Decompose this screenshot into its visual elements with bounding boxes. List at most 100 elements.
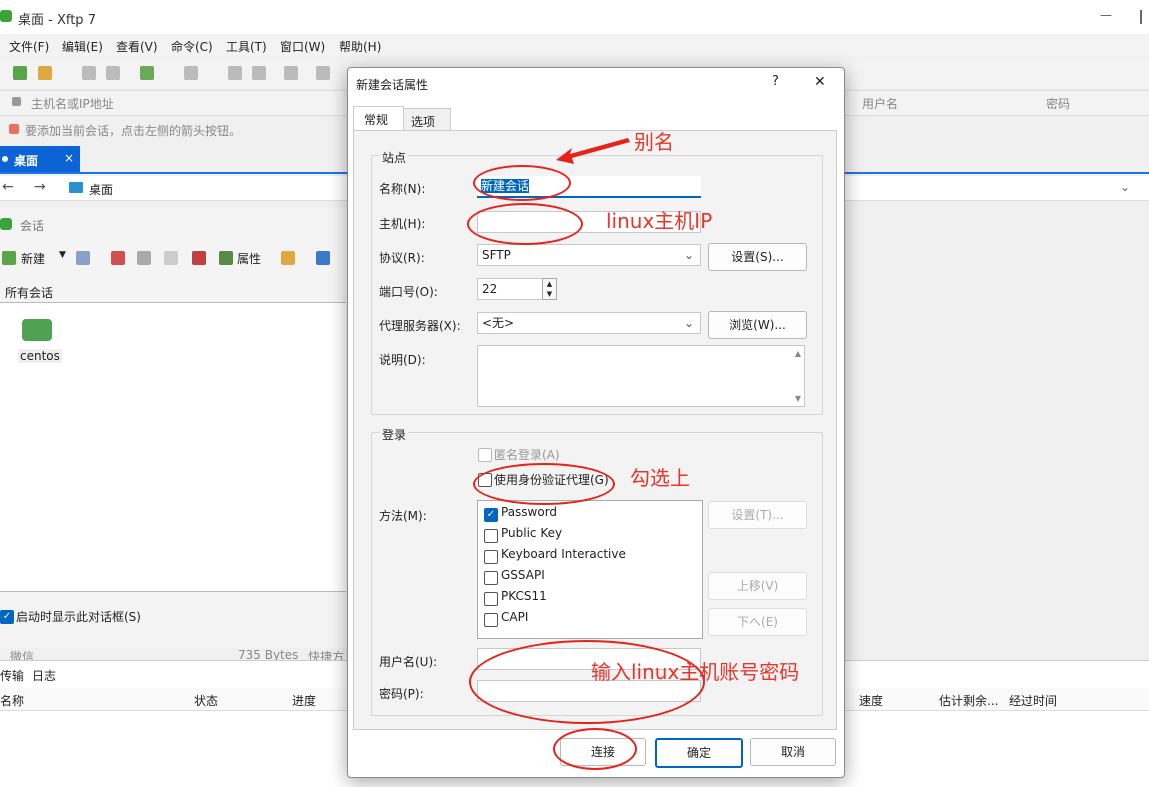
session-item[interactable]: centos bbox=[18, 317, 62, 367]
col-elapsed[interactable]: 经过时间 bbox=[1009, 692, 1057, 709]
menu-file[interactable]: 文件(F) bbox=[9, 38, 49, 55]
col-speed[interactable]: 速度 bbox=[859, 692, 883, 709]
method-publickey-label: Public Key bbox=[501, 526, 563, 540]
startup-check-icon: ✓ bbox=[0, 610, 14, 624]
app-icon bbox=[0, 10, 12, 22]
method-password-label: Password bbox=[501, 505, 558, 519]
tab-desktop[interactable]: 桌面 × bbox=[0, 146, 80, 172]
protocol-settings-button[interactable]: 设置(S)... bbox=[708, 243, 807, 271]
tab-log[interactable]: 日志 bbox=[32, 667, 56, 684]
new-button[interactable]: 新建 bbox=[21, 250, 45, 267]
method-label: 方法(M): bbox=[379, 509, 427, 523]
col-name[interactable]: 名称 bbox=[0, 692, 24, 709]
back-icon[interactable]: ← bbox=[2, 179, 14, 195]
col-status[interactable]: 状态 bbox=[194, 692, 218, 709]
method-keyboard-label: Keyboard Interactive bbox=[501, 547, 626, 561]
close-window-icon[interactable] bbox=[1140, 10, 1142, 24]
path-label: 桌面 bbox=[89, 183, 114, 197]
tab-options[interactable]: 选项 bbox=[403, 108, 451, 131]
session-name: centos bbox=[18, 349, 62, 363]
proxy-browse-button[interactable]: 浏览(W)... bbox=[708, 311, 807, 339]
minimize-icon[interactable]: — bbox=[1100, 8, 1112, 22]
dialog-close-icon[interactable]: ✕ bbox=[814, 74, 826, 90]
menu-help[interactable]: 帮助(H) bbox=[339, 38, 381, 55]
menu-edit[interactable]: 编辑(E) bbox=[62, 38, 103, 55]
move-up-button[interactable]: 上移(V) bbox=[708, 572, 807, 600]
annotation-arrow bbox=[556, 138, 630, 164]
port-input[interactable]: 22 bbox=[477, 278, 543, 300]
shortcut-icon[interactable] bbox=[316, 251, 330, 265]
chevron-down-icon: ⌄ bbox=[683, 316, 694, 330]
chevron-down-icon: ⌄ bbox=[683, 248, 694, 262]
method-pkcs11-check bbox=[484, 592, 498, 606]
tab-transfer[interactable]: 传输 bbox=[0, 667, 24, 684]
username-input[interactable]: 用户名 bbox=[862, 95, 898, 112]
properties-icon[interactable] bbox=[219, 251, 233, 265]
menu-view[interactable]: 查看(V) bbox=[116, 38, 158, 55]
cancel-button[interactable]: 取消 bbox=[750, 738, 836, 766]
host-label: 主机(H): bbox=[379, 217, 426, 231]
name-label: 名称(N): bbox=[379, 182, 426, 196]
connect-icon[interactable] bbox=[82, 66, 96, 80]
tab-label: 桌面 bbox=[14, 154, 39, 168]
tab-options-label: 选项 bbox=[411, 115, 436, 129]
sessions-title: 会话 bbox=[20, 219, 45, 233]
folder-new-icon[interactable] bbox=[281, 251, 295, 265]
protocol-select[interactable]: SFTP ⌄ bbox=[477, 244, 701, 266]
new-window-icon[interactable] bbox=[140, 66, 154, 80]
anonymous-checkbox[interactable] bbox=[478, 448, 492, 462]
menu-command[interactable]: 命令(C) bbox=[171, 38, 213, 55]
sessions-list: centos bbox=[0, 302, 346, 592]
scroll-down-icon[interactable]: ▼ bbox=[795, 394, 801, 403]
tab-close-icon[interactable]: × bbox=[64, 151, 74, 165]
port-stepper[interactable]: ▲ ▼ bbox=[542, 278, 557, 300]
new-icon[interactable] bbox=[2, 251, 16, 265]
copy-icon[interactable] bbox=[228, 66, 242, 80]
new-session-icon[interactable] bbox=[13, 66, 27, 80]
window-title: 桌面 - Xftp 7 bbox=[18, 13, 96, 28]
tab-general[interactable]: 常规 bbox=[353, 106, 404, 131]
cut-icon[interactable] bbox=[111, 251, 125, 265]
menu-window[interactable]: 窗口(W) bbox=[280, 38, 325, 55]
save-icon[interactable] bbox=[76, 251, 90, 265]
description-textarea[interactable]: ▲ ▼ bbox=[477, 345, 805, 407]
sync-icon[interactable] bbox=[284, 66, 298, 80]
new-dropdown-icon[interactable]: ▼ bbox=[59, 250, 66, 260]
transfer-icon[interactable] bbox=[184, 66, 198, 80]
delete-icon[interactable] bbox=[316, 66, 330, 80]
scroll-up-icon[interactable]: ▲ bbox=[795, 349, 801, 358]
method-settings-button[interactable]: 设置(T)... bbox=[708, 501, 807, 529]
sessions-list-header: 所有会话 bbox=[5, 286, 54, 300]
method-keyboard-check bbox=[484, 550, 498, 564]
method-capi-label: CAPI bbox=[501, 610, 529, 624]
proxy-select[interactable]: <无> ⌄ bbox=[477, 312, 701, 334]
host-input[interactable]: 主机名或IP地址 bbox=[31, 95, 114, 112]
delete-session-icon[interactable] bbox=[192, 251, 206, 265]
copy-session-icon[interactable] bbox=[137, 251, 151, 265]
move-down-button[interactable]: 下へ(E) bbox=[708, 608, 807, 636]
annotation-host-ip: linux主机IP bbox=[606, 209, 713, 233]
forward-icon[interactable]: → bbox=[34, 179, 46, 195]
menu-bar: 文件(F) 编辑(E) 查看(V) 命令(C) 工具(T) 窗口(W) 帮助(H… bbox=[0, 34, 1149, 56]
ok-button[interactable]: 确定 bbox=[655, 738, 743, 768]
paste-icon[interactable] bbox=[252, 66, 266, 80]
menu-tools[interactable]: 工具(T) bbox=[226, 38, 267, 55]
annotation-alias: 别名 bbox=[634, 130, 674, 154]
paste-session-icon[interactable] bbox=[164, 251, 178, 265]
annotation-credentials: 输入linux主机账号密码 bbox=[591, 660, 800, 684]
path-dropdown-icon[interactable]: ⌄ bbox=[1120, 180, 1130, 194]
password-input[interactable]: 密码 bbox=[1046, 95, 1070, 112]
disconnect-icon[interactable] bbox=[106, 66, 120, 80]
col-progress[interactable]: 进度 bbox=[292, 692, 316, 709]
folder-icon bbox=[69, 182, 83, 193]
properties-button[interactable]: 属性 bbox=[237, 250, 261, 267]
open-folder-icon[interactable] bbox=[38, 66, 52, 80]
alias-highlight-ellipse bbox=[473, 165, 571, 201]
hint-arrow-icon bbox=[9, 124, 19, 134]
col-eta[interactable]: 估计剩余... bbox=[939, 692, 998, 709]
method-list[interactable]: ✓ Password Public Key Keyboard Interacti… bbox=[477, 500, 703, 639]
help-icon[interactable]: ? bbox=[772, 74, 779, 89]
method-publickey-check bbox=[484, 529, 498, 543]
host-highlight-ellipse bbox=[467, 203, 583, 245]
arrow-shape bbox=[556, 138, 630, 164]
